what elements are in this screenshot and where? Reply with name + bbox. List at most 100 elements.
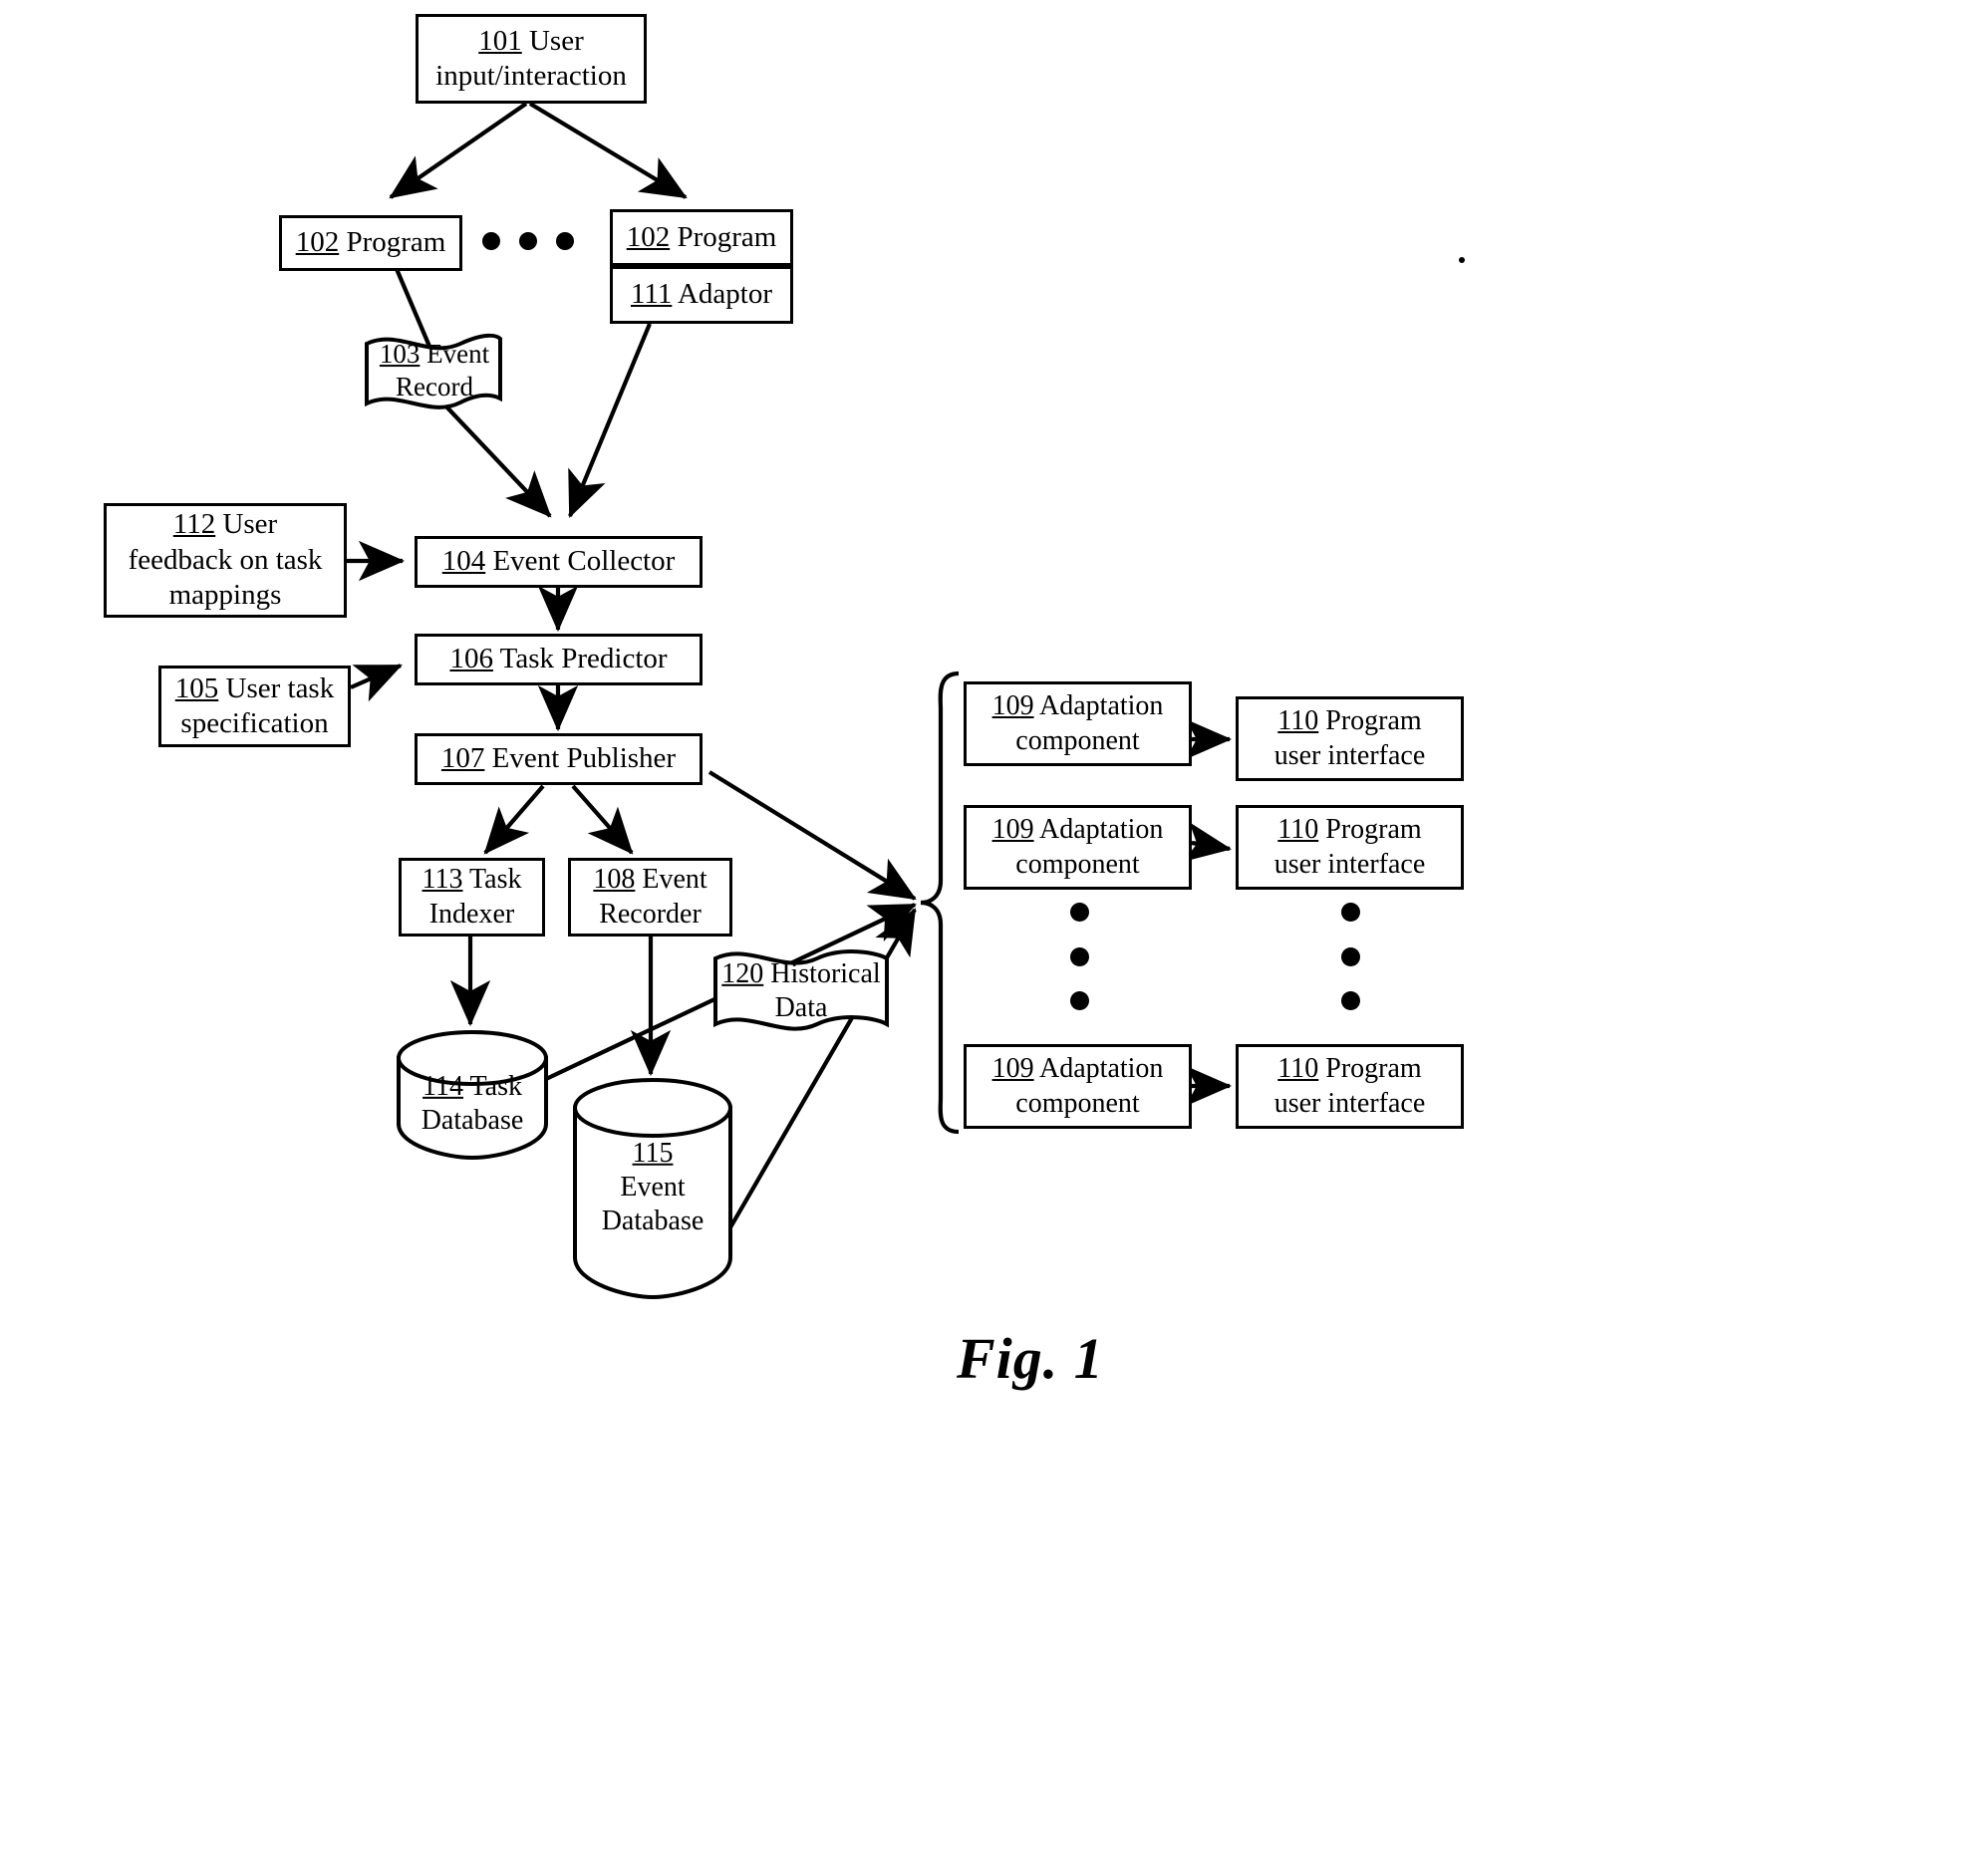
node-101-ref: 101 bbox=[478, 24, 522, 57]
node-109b-label-line1: Adaptation bbox=[1033, 814, 1164, 846]
node-109a-label-line2: component bbox=[1015, 724, 1140, 756]
node-109b-adaptation-component[interactable]: 109 Adaptation component bbox=[964, 805, 1192, 890]
node-106-label: Task Predictor bbox=[492, 643, 668, 675]
edge-107-113 bbox=[483, 784, 545, 855]
node-108-label-line2: Recorder bbox=[599, 898, 702, 930]
figure-caption: Fig. 1 bbox=[957, 1326, 1104, 1391]
node-104-event-collector[interactable]: 104 Event Collector bbox=[415, 536, 703, 588]
node-109c-label-line1: Adaptation bbox=[1033, 1053, 1164, 1085]
edge-101-102b bbox=[528, 102, 688, 199]
node-112-ref: 112 bbox=[172, 508, 216, 541]
node-113-label-line1: Task bbox=[462, 864, 522, 896]
node-110b-program-user-interface[interactable]: 110 Program user interface bbox=[1236, 805, 1464, 890]
node-120-label-line2: Data bbox=[774, 992, 828, 1023]
node-101-label-line1: User input/interaction bbox=[435, 24, 627, 92]
program-interfaces-ellipsis bbox=[1340, 903, 1360, 1010]
ellipsis-dot bbox=[1069, 991, 1089, 1010]
edge-107-adaptation bbox=[707, 770, 917, 901]
node-113-label-line2: Indexer bbox=[428, 898, 515, 930]
node-108-event-recorder[interactable]: 108 Event Recorder bbox=[568, 858, 732, 937]
adaptation-components-ellipsis bbox=[1069, 903, 1089, 1010]
node-111-ref: 111 bbox=[630, 278, 673, 311]
node-105-ref: 105 bbox=[174, 671, 219, 704]
node-101-user-input[interactable]: 101 User input/interaction bbox=[416, 14, 647, 104]
node-114-label-line2: Database bbox=[421, 1105, 524, 1136]
node-110c-program-user-interface[interactable]: 110 Program user interface bbox=[1236, 1044, 1464, 1129]
node-104-label: Event Collector bbox=[485, 545, 676, 578]
ellipsis-dot bbox=[482, 232, 500, 250]
node-103-event-record[interactable]: 103 Event Record bbox=[365, 331, 504, 410]
node-111-label: Adaptor bbox=[672, 278, 773, 311]
node-107-ref: 107 bbox=[440, 742, 485, 775]
node-102a-program[interactable]: 102 Program bbox=[279, 215, 462, 271]
node-109a-ref: 109 bbox=[991, 690, 1034, 722]
node-114-label-line1: Task bbox=[463, 1070, 522, 1102]
node-110c-label-line1: Program bbox=[1318, 1053, 1422, 1085]
node-106-task-predictor[interactable]: 106 Task Predictor bbox=[415, 634, 703, 685]
edge-111-104 bbox=[568, 323, 652, 518]
node-109b-label-line2: component bbox=[1015, 848, 1140, 880]
node-108-ref: 108 bbox=[593, 864, 636, 896]
node-120-ref: 120 bbox=[721, 957, 764, 989]
node-115-event-database[interactable]: 115 Event Database bbox=[575, 1114, 730, 1261]
node-115-ref: 115 bbox=[632, 1137, 674, 1169]
node-114-task-database[interactable]: 114 Task Database bbox=[399, 1058, 546, 1150]
node-104-ref: 104 bbox=[441, 545, 486, 578]
node-112-label-line1: User bbox=[215, 508, 278, 541]
node-110a-label-line1: Program bbox=[1318, 705, 1422, 737]
node-112-label-line2: feedback on task bbox=[128, 543, 323, 576]
node-114-ref: 114 bbox=[423, 1070, 463, 1102]
node-109c-label-line2: component bbox=[1015, 1087, 1140, 1119]
node-103-label-line1: Event bbox=[420, 339, 490, 370]
node-110a-ref: 110 bbox=[1277, 705, 1319, 737]
node-113-ref: 113 bbox=[422, 864, 463, 896]
node-108-label-line1: Event bbox=[635, 864, 707, 896]
node-111-adaptor[interactable]: 111 Adaptor bbox=[610, 266, 793, 324]
ellipsis-dot bbox=[1340, 946, 1360, 966]
node-120-historical-data[interactable]: 120 Historical Data bbox=[713, 954, 889, 1028]
edge-103-104 bbox=[441, 402, 552, 518]
adaptation-group-brace bbox=[920, 670, 960, 1135]
ellipsis-dot bbox=[1340, 991, 1360, 1010]
node-102b-label: Program bbox=[670, 220, 777, 253]
node-120-label-line1: Historical bbox=[763, 957, 881, 989]
node-106-ref: 106 bbox=[449, 643, 493, 675]
edge-107-108 bbox=[571, 784, 634, 855]
node-110b-label-line1: Program bbox=[1318, 814, 1422, 846]
edge-109b-110b bbox=[1183, 822, 1233, 863]
node-105-user-task-specification[interactable]: 105 User task specification bbox=[158, 666, 351, 747]
node-109a-adaptation-component[interactable]: 109 Adaptation component bbox=[964, 681, 1192, 766]
node-105-label-line2: specification bbox=[180, 707, 329, 739]
node-115-label-line2: Event bbox=[620, 1171, 686, 1203]
figure-canvas: 101 User input/interaction 102 Program 1… bbox=[0, 0, 1972, 1876]
connector-layer bbox=[347, 102, 1233, 1300]
edge-105-106 bbox=[350, 664, 403, 702]
node-103-label-line2: Record bbox=[396, 372, 473, 402]
node-107-event-publisher[interactable]: 107 Event Publisher bbox=[415, 733, 703, 785]
node-102b-program[interactable]: 102 Program bbox=[610, 209, 793, 266]
ellipsis-dot bbox=[1069, 946, 1089, 966]
node-113-task-indexer[interactable]: 113 Task Indexer bbox=[399, 858, 545, 937]
node-107-label: Event Publisher bbox=[484, 742, 677, 775]
node-109a-label-line1: Adaptation bbox=[1033, 690, 1164, 722]
ellipsis-dot bbox=[1069, 903, 1089, 922]
node-112-label-line3: mappings bbox=[168, 579, 282, 612]
node-110c-ref: 110 bbox=[1277, 1053, 1319, 1085]
node-110c-label-line2: user interface bbox=[1273, 1087, 1426, 1119]
node-110a-program-user-interface[interactable]: 110 Program user interface bbox=[1236, 696, 1464, 781]
node-110a-label-line2: user interface bbox=[1273, 739, 1426, 771]
node-112-user-feedback[interactable]: 112 User feedback on task mappings bbox=[104, 503, 347, 618]
node-109c-ref: 109 bbox=[991, 1053, 1034, 1085]
node-109b-ref: 109 bbox=[991, 814, 1034, 846]
node-115-label-line3: Database bbox=[601, 1206, 704, 1237]
node-102b-ref: 102 bbox=[626, 220, 671, 253]
edge-101-102a bbox=[389, 102, 528, 199]
ellipsis-dot bbox=[1340, 903, 1360, 922]
ellipsis-dot bbox=[556, 232, 574, 250]
node-109c-adaptation-component[interactable]: 109 Adaptation component bbox=[964, 1044, 1192, 1129]
scan-speck bbox=[1459, 257, 1465, 263]
node-110b-label-line2: user interface bbox=[1273, 848, 1426, 880]
node-102a-ref: 102 bbox=[295, 226, 340, 259]
programs-ellipsis bbox=[482, 231, 574, 251]
node-102a-label: Program bbox=[339, 226, 446, 259]
